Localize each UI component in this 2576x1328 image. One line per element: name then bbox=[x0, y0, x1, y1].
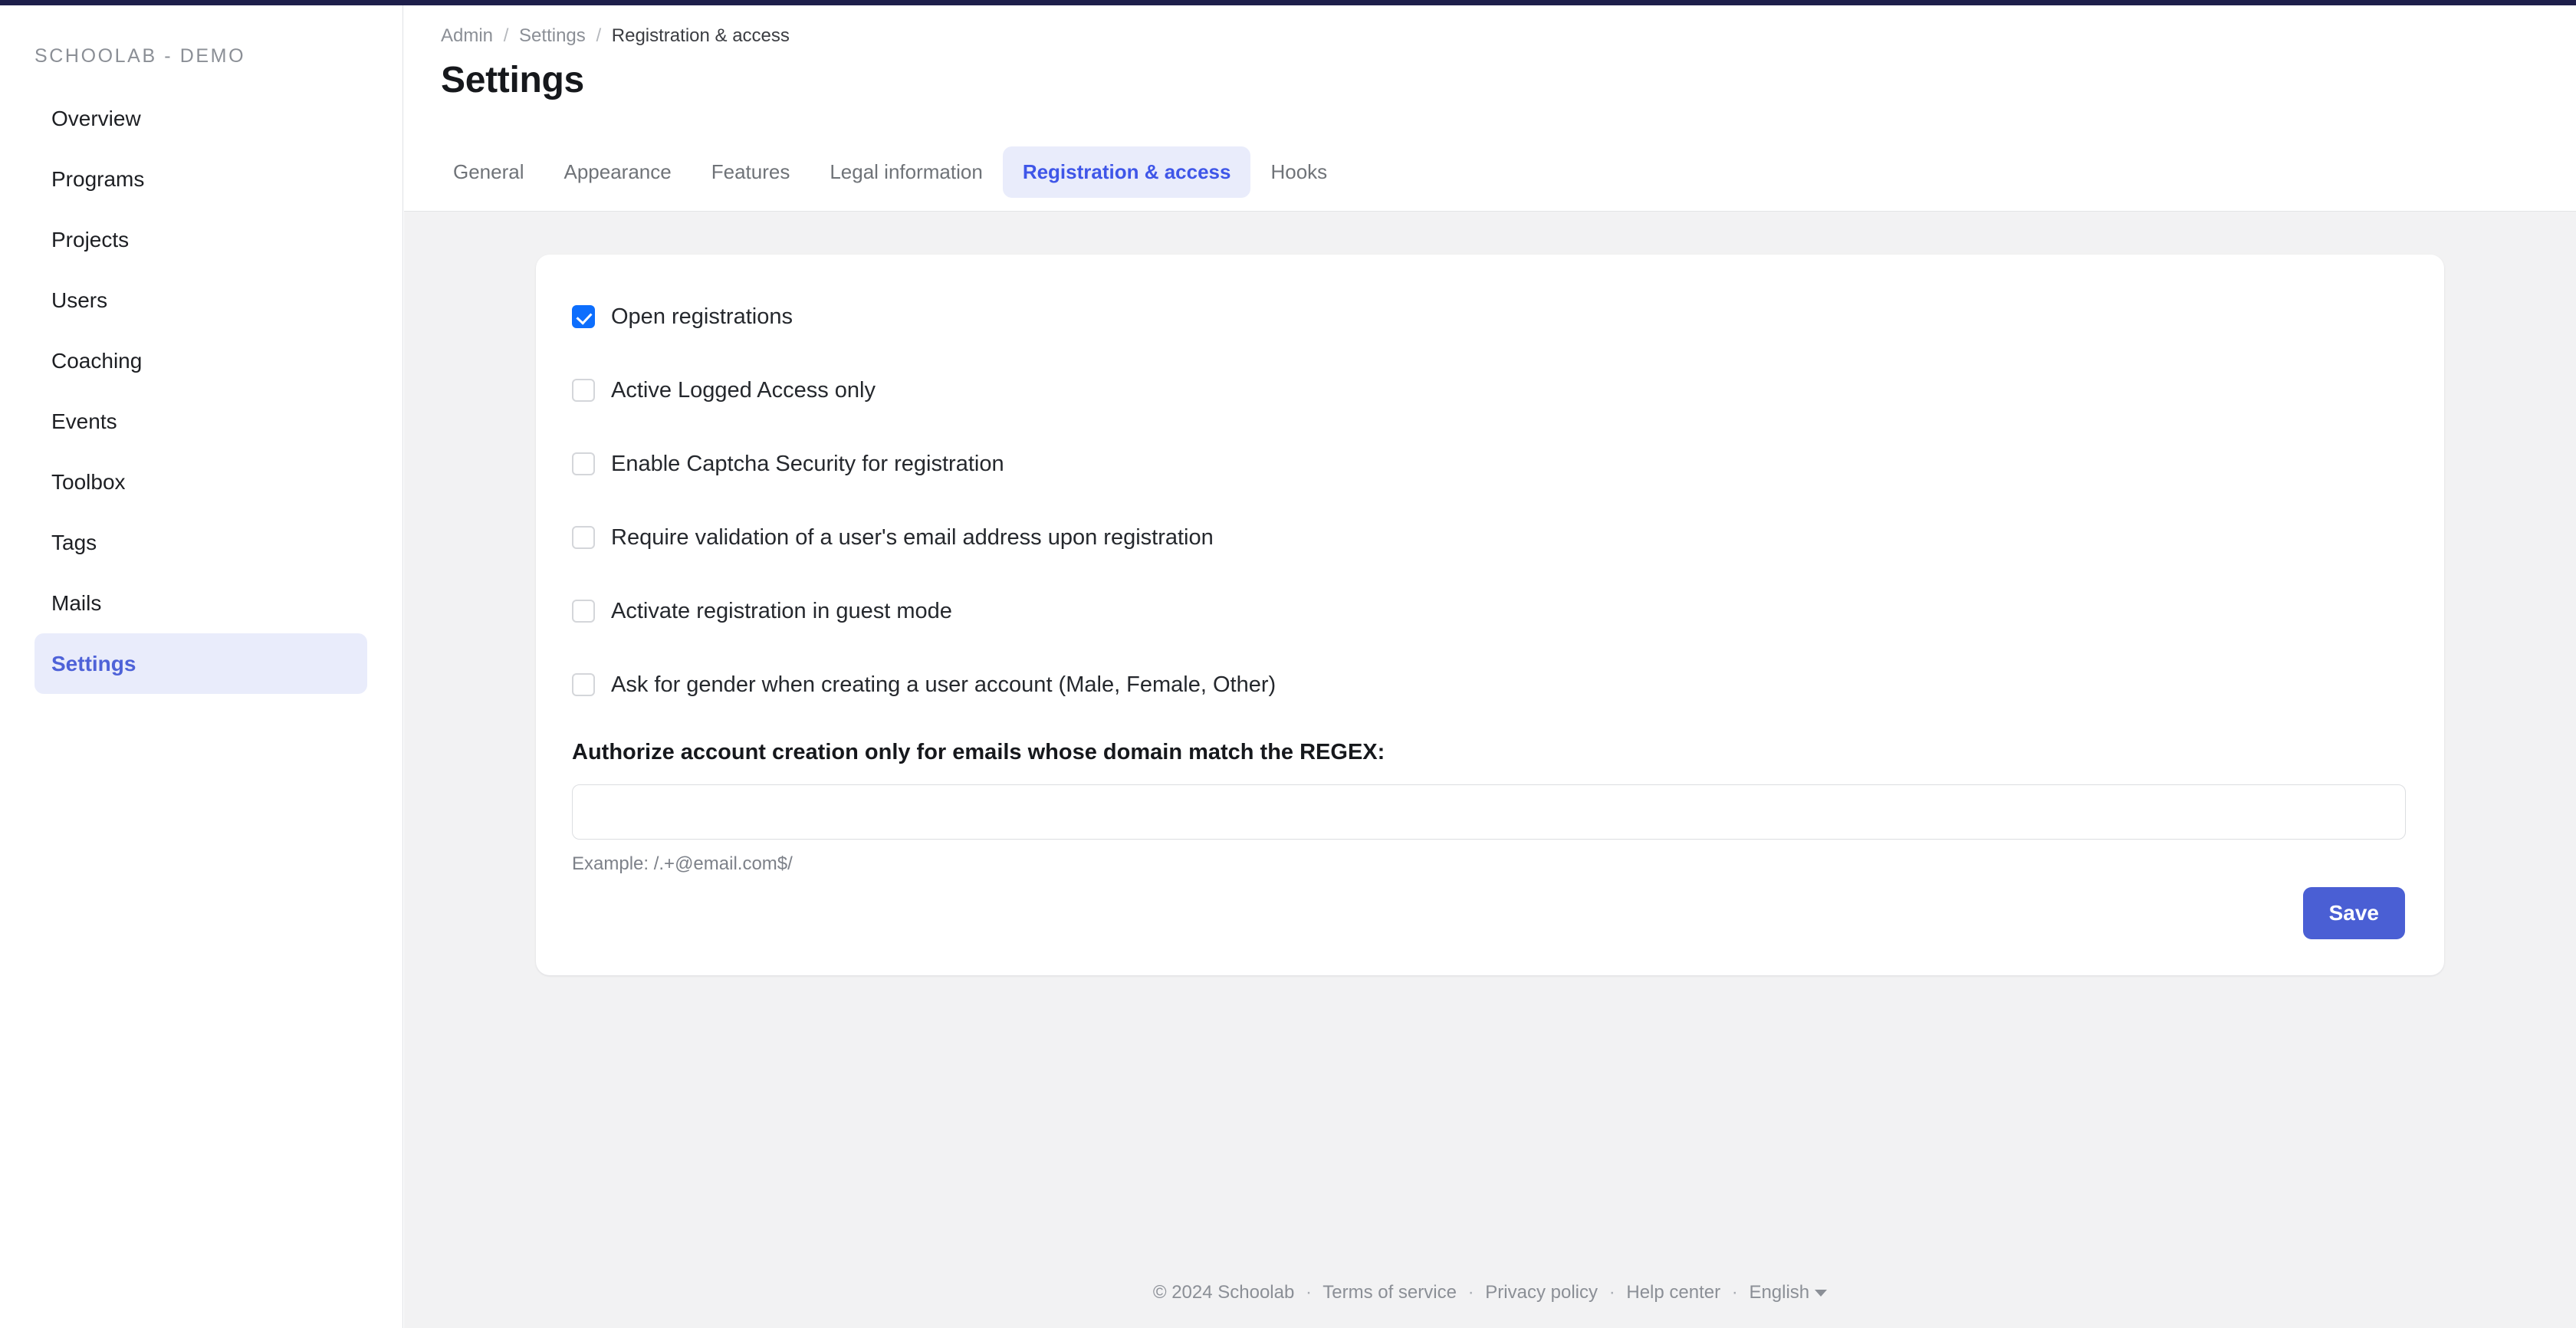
footer-help-link[interactable]: Help center bbox=[1626, 1282, 1720, 1303]
sidebar-brand: SCHOOLAB - DEMO bbox=[34, 45, 246, 67]
sidebar-nav: Overview Programs Projects Users Coaching Eve… bbox=[34, 88, 367, 694]
checkbox-row-require-validation-of-a[interactable]: Require validation of a user's email add… bbox=[572, 519, 2406, 556]
breadcrumb-admin[interactable]: Admin bbox=[441, 25, 493, 46]
checkbox-icon[interactable] bbox=[572, 526, 595, 549]
checkbox-checked-icon[interactable] bbox=[572, 305, 595, 328]
page-footer: © 2024 Schoolab · Terms of service · Pri… bbox=[404, 1282, 2576, 1303]
sidebar-item-label: Mails bbox=[51, 591, 102, 615]
settings-tabs: General Appearance Features Legal informati… bbox=[433, 146, 1347, 198]
breadcrumb-settings[interactable]: Settings bbox=[519, 25, 586, 46]
tab-label: Registration & access bbox=[1022, 160, 1231, 183]
checkbox-icon[interactable] bbox=[572, 600, 595, 623]
tab-hooks[interactable]: Hooks bbox=[1250, 146, 1347, 198]
tab-label: Appearance bbox=[564, 160, 672, 183]
registration-settings-card: Open registrations Active Logged Access o… bbox=[536, 255, 2444, 975]
sidebar-item-label: Coaching bbox=[51, 349, 143, 373]
checkbox-row-activate-registration-in-guest[interactable]: Activate registration in guest mode bbox=[572, 593, 2406, 629]
sidebar-item-users[interactable]: Users bbox=[34, 270, 367, 330]
main-column: Admin / Settings / Registration & access… bbox=[404, 5, 2576, 1328]
footer-language-selector[interactable]: English bbox=[1749, 1282, 1828, 1303]
sidebar-item-label: Tags bbox=[51, 531, 97, 554]
tab-registration-access[interactable]: Registration & access bbox=[1002, 146, 1251, 198]
regex-input[interactable] bbox=[572, 784, 2406, 840]
card-inner: Open registrations Active Logged Access o… bbox=[536, 255, 2444, 875]
sidebar-item-label: Projects bbox=[51, 228, 130, 251]
save-button[interactable]: Save bbox=[2302, 887, 2405, 939]
checkbox-label: Enable Captcha Security for registration bbox=[611, 451, 1004, 476]
tab-label: Features bbox=[711, 160, 790, 183]
page-header: Admin / Settings / Registration & access… bbox=[404, 5, 2576, 212]
app-root: SCHOOLAB - DEMO Overview Programs Projects… bbox=[0, 0, 2576, 1328]
tab-legal-information[interactable]: Legal information bbox=[810, 146, 1002, 198]
footer-separator-3: · bbox=[1608, 1282, 1615, 1303]
sidebar-item-toolbox[interactable]: Toolbox bbox=[34, 452, 367, 512]
checkbox-icon[interactable] bbox=[572, 452, 595, 475]
chevron-down-icon bbox=[1815, 1290, 1828, 1297]
tab-label: Hooks bbox=[1270, 160, 1328, 183]
checkbox-row-ask-for-gender-when[interactable]: Ask for gender when creating a user acco… bbox=[572, 666, 2406, 703]
tab-label: Legal information bbox=[830, 160, 983, 183]
breadcrumb-separator-1: / bbox=[503, 25, 509, 46]
footer-separator-1: · bbox=[1306, 1282, 1313, 1303]
checkbox-label: Ask for gender when creating a user acco… bbox=[611, 672, 1276, 697]
sidebar-item-label: Users bbox=[51, 288, 108, 312]
checkbox-list: Open registrations Active Logged Access o… bbox=[572, 298, 2406, 703]
sidebar-item-coaching[interactable]: Coaching bbox=[34, 330, 367, 391]
regex-label: Authorize account creation only for emai… bbox=[572, 740, 1385, 764]
footer-separator-2: · bbox=[1467, 1282, 1474, 1303]
breadcrumb: Admin / Settings / Registration & access bbox=[441, 25, 790, 47]
footer-terms-link[interactable]: Terms of service bbox=[1322, 1282, 1457, 1303]
checkbox-label: Active Logged Access only bbox=[611, 377, 876, 403]
footer-separator-4: · bbox=[1731, 1282, 1738, 1303]
sidebar-item-label: Programs bbox=[51, 167, 145, 191]
sidebar-item-tags[interactable]: Tags bbox=[34, 512, 367, 573]
tab-features[interactable]: Features bbox=[692, 146, 810, 198]
content-area: Open registrations Active Logged Access o… bbox=[404, 212, 2576, 1328]
save-button-wrap: Save bbox=[2302, 887, 2405, 939]
checkbox-label: Require validation of a user's email add… bbox=[611, 524, 1214, 550]
sidebar-item-label: Settings bbox=[51, 652, 136, 676]
sidebar-item-events[interactable]: Events bbox=[34, 391, 367, 452]
tab-general[interactable]: General bbox=[433, 146, 544, 198]
sidebar-item-projects[interactable]: Projects bbox=[34, 209, 367, 270]
checkbox-label: Open registrations bbox=[611, 304, 793, 329]
sidebar-item-label: Events bbox=[51, 409, 117, 433]
checkbox-label: Activate registration in guest mode bbox=[611, 598, 952, 623]
top-accent-bar bbox=[0, 0, 2576, 5]
sidebar-item-programs[interactable]: Programs bbox=[34, 149, 367, 209]
footer-privacy-link[interactable]: Privacy policy bbox=[1485, 1282, 1598, 1303]
checkbox-row-active-logged-access-only[interactable]: Active Logged Access only bbox=[572, 372, 2406, 409]
checkbox-row-enable-captcha-security-for[interactable]: Enable Captcha Security for registration bbox=[572, 445, 2406, 482]
sidebar-item-settings[interactable]: Settings bbox=[34, 633, 367, 694]
page-title: Settings bbox=[441, 60, 584, 100]
checkbox-icon[interactable] bbox=[572, 673, 595, 696]
checkbox-row-open-registrations[interactable]: Open registrations bbox=[572, 298, 2406, 335]
tab-appearance[interactable]: Appearance bbox=[544, 146, 692, 198]
sidebar: SCHOOLAB - DEMO Overview Programs Projects… bbox=[0, 5, 403, 1328]
sidebar-item-label: Toolbox bbox=[51, 470, 126, 494]
checkbox-icon[interactable] bbox=[572, 379, 595, 402]
breadcrumb-separator-2: / bbox=[596, 25, 602, 46]
regex-help-text: Example: /.+@email.com$/ bbox=[572, 853, 793, 874]
breadcrumb-current: Registration & access bbox=[611, 25, 790, 46]
footer-language-label: English bbox=[1749, 1282, 1810, 1303]
sidebar-item-label: Overview bbox=[51, 107, 141, 130]
sidebar-item-mails[interactable]: Mails bbox=[34, 573, 367, 633]
tab-label: General bbox=[453, 160, 524, 183]
footer-copyright: © 2024 Schoolab bbox=[1152, 1282, 1295, 1303]
sidebar-item-overview[interactable]: Overview bbox=[34, 88, 367, 149]
